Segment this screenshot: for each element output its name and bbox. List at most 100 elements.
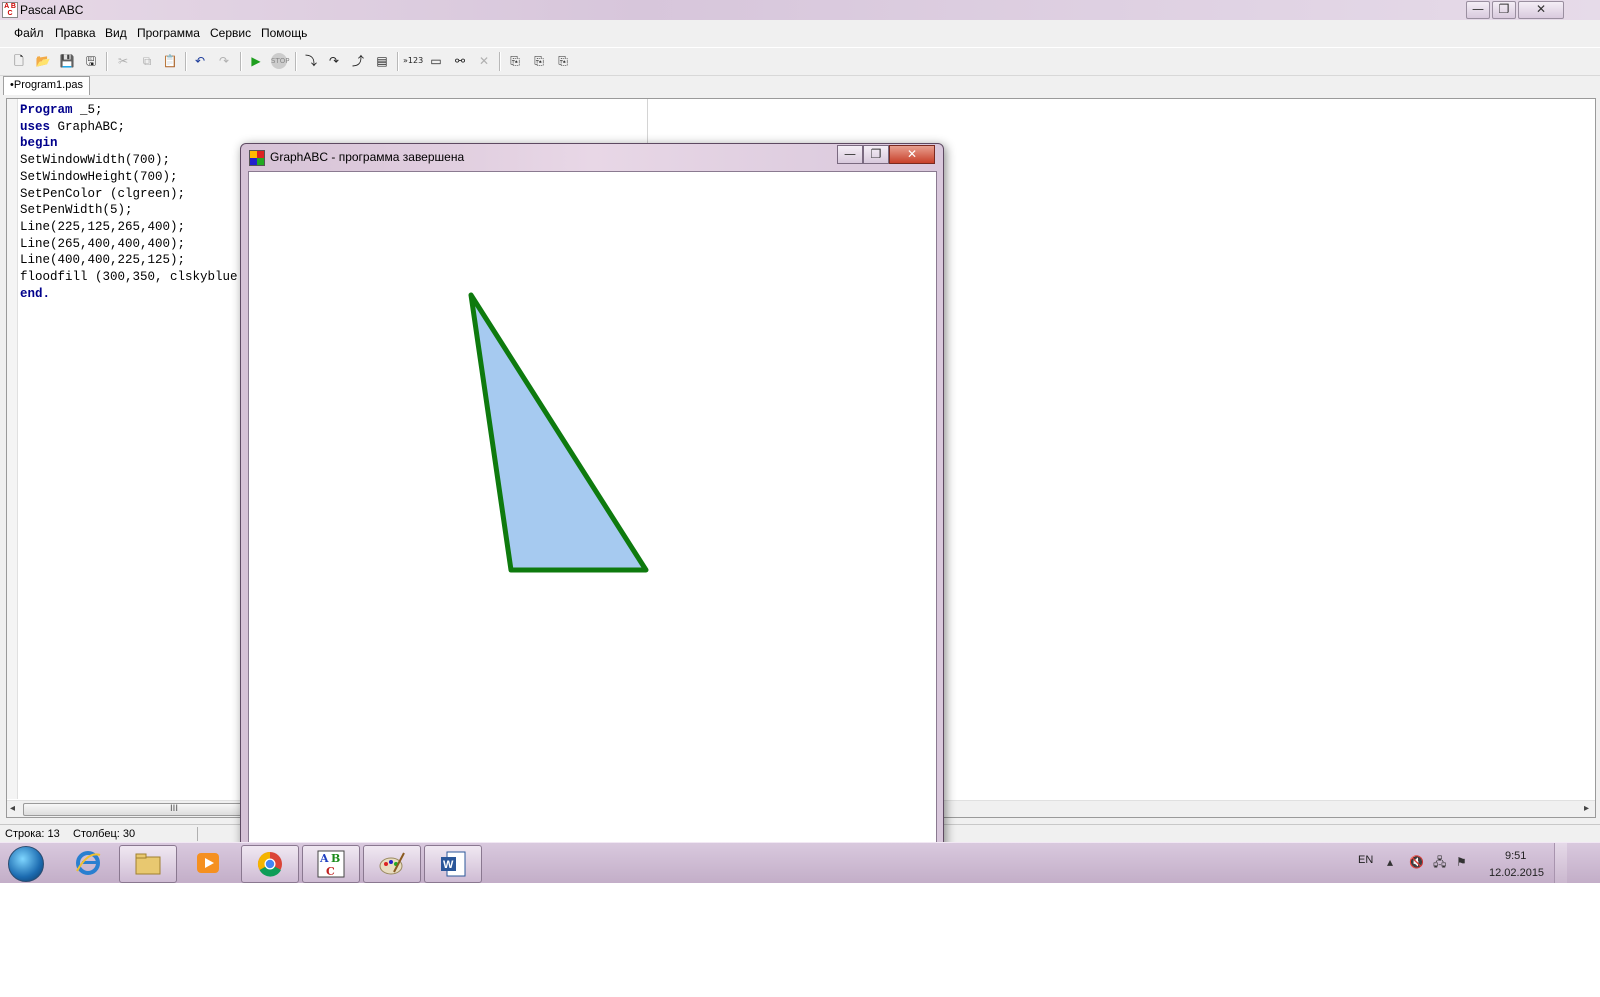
svg-text:A: A xyxy=(319,852,329,865)
watch-icon[interactable]: ▤ xyxy=(374,53,390,69)
chrome-icon xyxy=(257,852,282,877)
scroll-right-icon[interactable]: ▸ xyxy=(1584,802,1589,816)
compile-icon[interactable]: ⎘ xyxy=(507,53,523,69)
start-button[interactable] xyxy=(8,846,44,882)
code-line[interactable]: Program _5; xyxy=(20,102,238,119)
volume-muted-icon[interactable]: 🔇 xyxy=(1409,855,1424,869)
code-line[interactable]: Line(225,125,265,400); xyxy=(20,219,238,236)
show-desktop-button[interactable] xyxy=(1554,843,1567,883)
taskbar-internet-explorer[interactable] xyxy=(60,845,116,881)
taskbar-chrome[interactable] xyxy=(241,845,299,883)
close-button[interactable]: ✕ xyxy=(1518,1,1564,19)
output-window-icon[interactable]: ▭ xyxy=(428,53,444,69)
graphabc-restore-button[interactable]: ❐ xyxy=(863,145,889,164)
code-line[interactable]: Line(265,400,400,400); xyxy=(20,236,238,253)
svg-text:C: C xyxy=(326,865,335,878)
restore-button[interactable]: ❐ xyxy=(1492,1,1516,19)
taskbar-paint[interactable] xyxy=(363,845,421,883)
svg-text:B: B xyxy=(331,852,340,865)
scroll-left-icon[interactable]: ◂ xyxy=(10,802,15,816)
redo-icon[interactable]: ↷ xyxy=(216,53,232,69)
language-indicator[interactable]: EN xyxy=(1358,854,1373,866)
graphabc-close-button[interactable]: ✕ xyxy=(889,145,935,164)
paste-icon[interactable]: 📋 xyxy=(162,53,178,69)
code-line[interactable]: begin xyxy=(20,135,238,152)
code-text: SetWindowHeight(700); xyxy=(20,169,178,184)
taskbar: A B C W EN ▴ 🔇 🖧 ⚑ 9:51 12.02.2015 xyxy=(0,842,1600,883)
code-line[interactable]: end. xyxy=(20,286,238,303)
drawing-surface xyxy=(468,292,649,573)
compile-all-icon[interactable]: ⎘ xyxy=(531,53,547,69)
code-line[interactable]: SetPenWidth(5); xyxy=(20,202,238,219)
window-title: Pascal ABC xyxy=(20,3,84,17)
triangle-shape xyxy=(468,292,649,573)
network-icon[interactable]: 🖧 xyxy=(1433,855,1446,869)
clock-time[interactable]: 9:51 xyxy=(1505,850,1526,862)
open-file-icon[interactable]: 📂 xyxy=(35,53,51,69)
taskbar-pascal-abc[interactable]: A B C xyxy=(302,845,360,883)
step-over-icon[interactable]: ↷ xyxy=(326,53,342,69)
graphabc-app-icon xyxy=(249,150,265,166)
code-line[interactable]: SetWindowHeight(700); xyxy=(20,169,238,186)
taskbar-media-player[interactable] xyxy=(180,845,236,881)
media-player-icon xyxy=(197,853,219,873)
title-bar[interactable]: A BC Pascal ABC — ❐ ✕ xyxy=(0,0,1600,20)
evaluate-icon[interactable]: »123 xyxy=(403,53,423,69)
status-separator xyxy=(197,827,198,841)
copy-icon[interactable]: ⧉ xyxy=(139,53,155,69)
status-line: Строка: 13 xyxy=(5,828,60,840)
save-icon[interactable]: 💾 xyxy=(59,53,75,69)
run-icon[interactable]: ▶ xyxy=(248,53,264,69)
code-text: SetPenWidth(5); xyxy=(20,203,133,218)
graphabc-window-title: GraphABC - программа завершена xyxy=(270,150,465,164)
show-hidden-icons-icon[interactable]: ▴ xyxy=(1387,855,1393,869)
taskbar-file-explorer[interactable] xyxy=(119,845,177,883)
action-center-flag-icon[interactable]: ⚑ xyxy=(1456,855,1467,869)
code-text: Line(265,400,400,400); xyxy=(20,236,186,251)
graphabc-window[interactable]: GraphABC - программа завершена — ❐ ✕ xyxy=(240,143,944,850)
tab-program1[interactable]: •Program1.pas xyxy=(3,76,90,95)
source-code[interactable]: Program _5; uses GraphABC; begin SetWindowW… xyxy=(20,102,238,302)
graphics-canvas xyxy=(248,171,937,846)
status-column: Столбец: 30 xyxy=(73,828,136,840)
file-explorer-icon xyxy=(135,853,161,875)
step-into-icon[interactable]: ⤵ xyxy=(303,53,319,69)
code-line[interactable]: Line(400,400,225,125); xyxy=(20,252,238,269)
paint-icon xyxy=(379,852,405,875)
clear-icon[interactable]: ✕ xyxy=(476,53,492,69)
new-file-icon[interactable]: 🗋 xyxy=(11,53,27,69)
code-keyword: uses xyxy=(20,119,51,134)
code-line[interactable]: floodfill (300,350, clskyblue xyxy=(20,269,238,286)
menu-bar: Файл Правка Вид Программа Сервис Помощь xyxy=(0,22,1600,44)
menu-edit[interactable]: Правка xyxy=(55,26,96,40)
minimize-button[interactable]: — xyxy=(1466,1,1490,19)
code-line[interactable]: uses GraphABC; xyxy=(20,119,238,136)
taskbar-word[interactable]: W xyxy=(424,845,482,883)
menu-program[interactable]: Программа xyxy=(137,26,200,40)
code-text: SetPenColor (clgreen); xyxy=(20,186,186,201)
code-keyword: Program xyxy=(20,103,73,117)
undo-icon[interactable]: ↶ xyxy=(192,53,208,69)
graphabc-minimize-button[interactable]: — xyxy=(837,145,863,164)
word-icon: W xyxy=(441,851,466,877)
clock-date[interactable]: 12.02.2015 xyxy=(1489,867,1544,879)
debug-windows-icon[interactable]: ⚯ xyxy=(452,53,468,69)
code-line[interactable]: SetPenColor (clgreen); xyxy=(20,186,238,203)
menu-service[interactable]: Сервис xyxy=(210,26,251,40)
menu-help[interactable]: Помощь xyxy=(261,26,307,40)
save-all-icon[interactable]: 🖫 xyxy=(83,53,99,69)
code-text: Line(400,400,225,125); xyxy=(20,253,186,268)
editor-gutter xyxy=(7,99,18,799)
code-line[interactable]: SetWindowWidth(700); xyxy=(20,152,238,169)
stop-icon[interactable]: STOP xyxy=(271,53,289,69)
menu-file[interactable]: Файл xyxy=(14,26,44,40)
toolbar: 🗋 📂 💾 🖫 ✂ ⧉ 📋 ↶ ↷ ▶ STOP ⤵ ↷ ⤴ ▤ »123 ▭ … xyxy=(0,47,1600,76)
toolbar-separator xyxy=(499,52,501,71)
cut-icon[interactable]: ✂ xyxy=(115,53,131,69)
menu-view[interactable]: Вид xyxy=(105,26,127,40)
pascal-abc-icon: A B C xyxy=(317,850,345,878)
step-out-icon[interactable]: ⤴ xyxy=(350,53,366,69)
code-keyword: end. xyxy=(20,286,51,301)
pascal-abc-app-icon: A BC xyxy=(2,2,18,18)
compile-run-icon[interactable]: ⎘ xyxy=(555,53,571,69)
